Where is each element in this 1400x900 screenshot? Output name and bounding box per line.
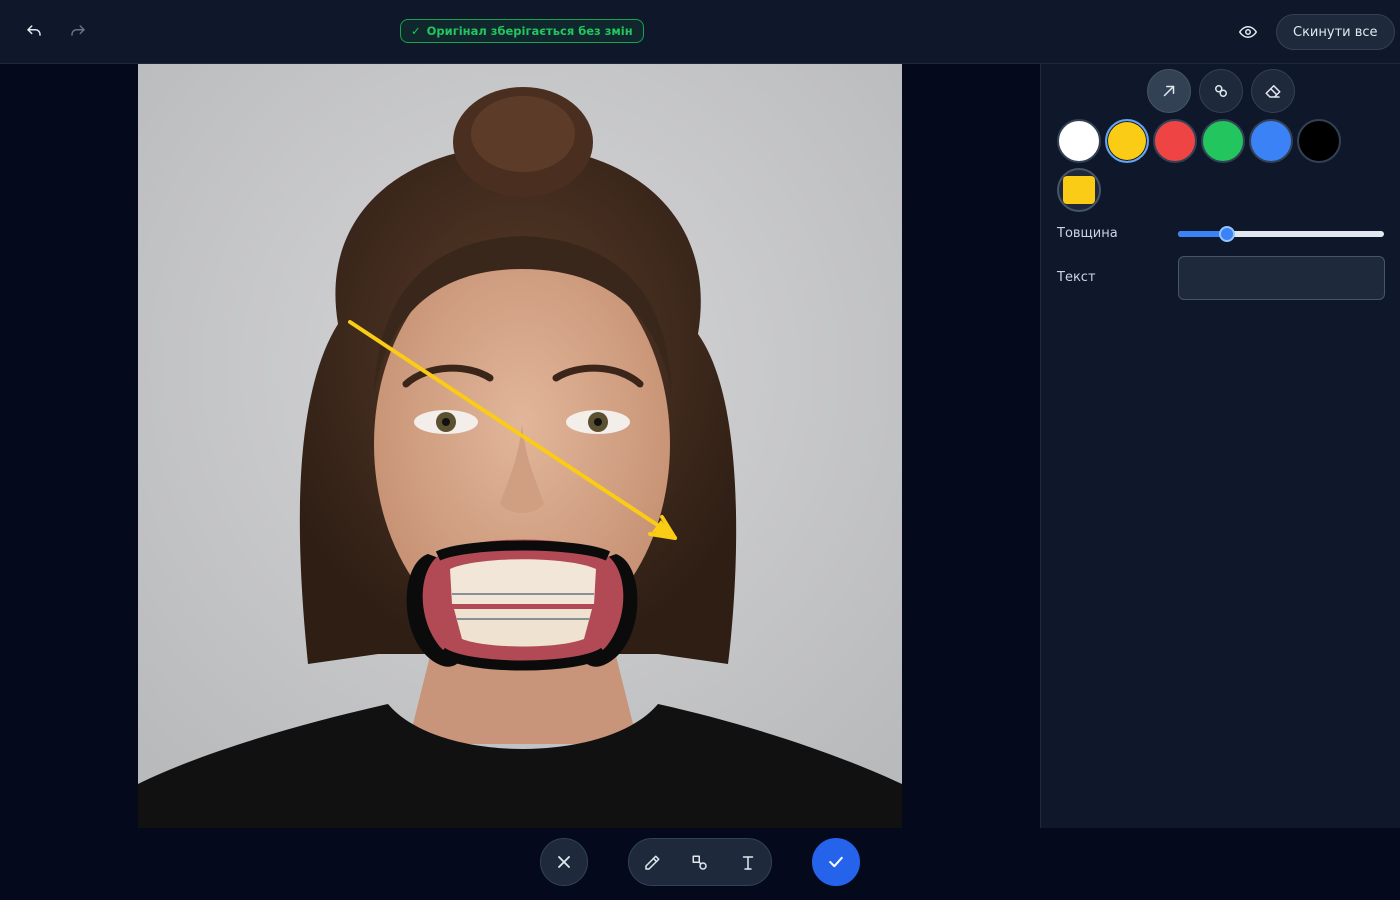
thickness-label: Товщина (1057, 226, 1118, 241)
thickness-slider-thumb[interactable] (1219, 226, 1236, 242)
shapes-icon (692, 855, 707, 870)
eraser-icon (1265, 85, 1281, 98)
custom-color-picker[interactable] (1057, 168, 1101, 212)
color-swatch-yellow[interactable] (1105, 119, 1149, 163)
eraser-tool-button[interactable] (1251, 69, 1295, 113)
drawing-tools-group (628, 838, 772, 886)
color-swatch-blue[interactable] (1249, 119, 1293, 163)
redo-icon (71, 25, 85, 36)
text-label: Текст (1057, 270, 1096, 285)
confirm-button[interactable] (812, 838, 860, 886)
color-swatch-white[interactable] (1057, 119, 1101, 163)
patient-photo (138, 64, 902, 828)
top-bar: ✓ Оригінал зберігається без змін Скинути… (0, 0, 1400, 64)
annotation-text-input[interactable] (1178, 256, 1385, 300)
link-shapes-icon (1215, 85, 1227, 97)
photo-canvas[interactable] (138, 64, 902, 828)
annotation-settings-panel: Товщина Текст (1040, 64, 1400, 828)
thickness-slider-track[interactable] (1178, 231, 1384, 237)
color-swatch-red[interactable] (1153, 119, 1197, 163)
check-mark: ✓ (411, 24, 421, 38)
custom-color-preview (1063, 176, 1095, 204)
color-swatch-black[interactable] (1297, 119, 1341, 163)
shapes-tool-button[interactable] (1199, 69, 1243, 113)
original-preserved-badge: ✓ Оригінал зберігається без змін (400, 19, 644, 43)
editor-canvas-area (0, 64, 1040, 828)
undo-icon (27, 25, 41, 36)
pencil-icon (645, 855, 660, 870)
close-icon (558, 856, 570, 868)
text-cursor-icon (742, 856, 754, 870)
cancel-button[interactable] (540, 838, 588, 886)
shapes-tool-bottom-button[interactable] (680, 843, 720, 883)
undo-button[interactable] (14, 12, 54, 52)
arrow-up-right-icon (1163, 85, 1175, 97)
eye-icon (1239, 26, 1257, 38)
arrow-tool-button[interactable] (1147, 69, 1191, 113)
reset-all-button[interactable]: Скинути все (1276, 14, 1395, 50)
color-swatch-green[interactable] (1201, 119, 1245, 163)
preview-toggle-button[interactable] (1228, 12, 1268, 52)
bottom-toolbar (0, 828, 1400, 900)
draw-tool-button[interactable] (632, 843, 672, 883)
text-tool-button[interactable] (728, 843, 768, 883)
status-badge-text: Оригінал зберігається без змін (426, 24, 633, 38)
check-icon (829, 856, 843, 868)
redo-button[interactable] (58, 12, 98, 52)
